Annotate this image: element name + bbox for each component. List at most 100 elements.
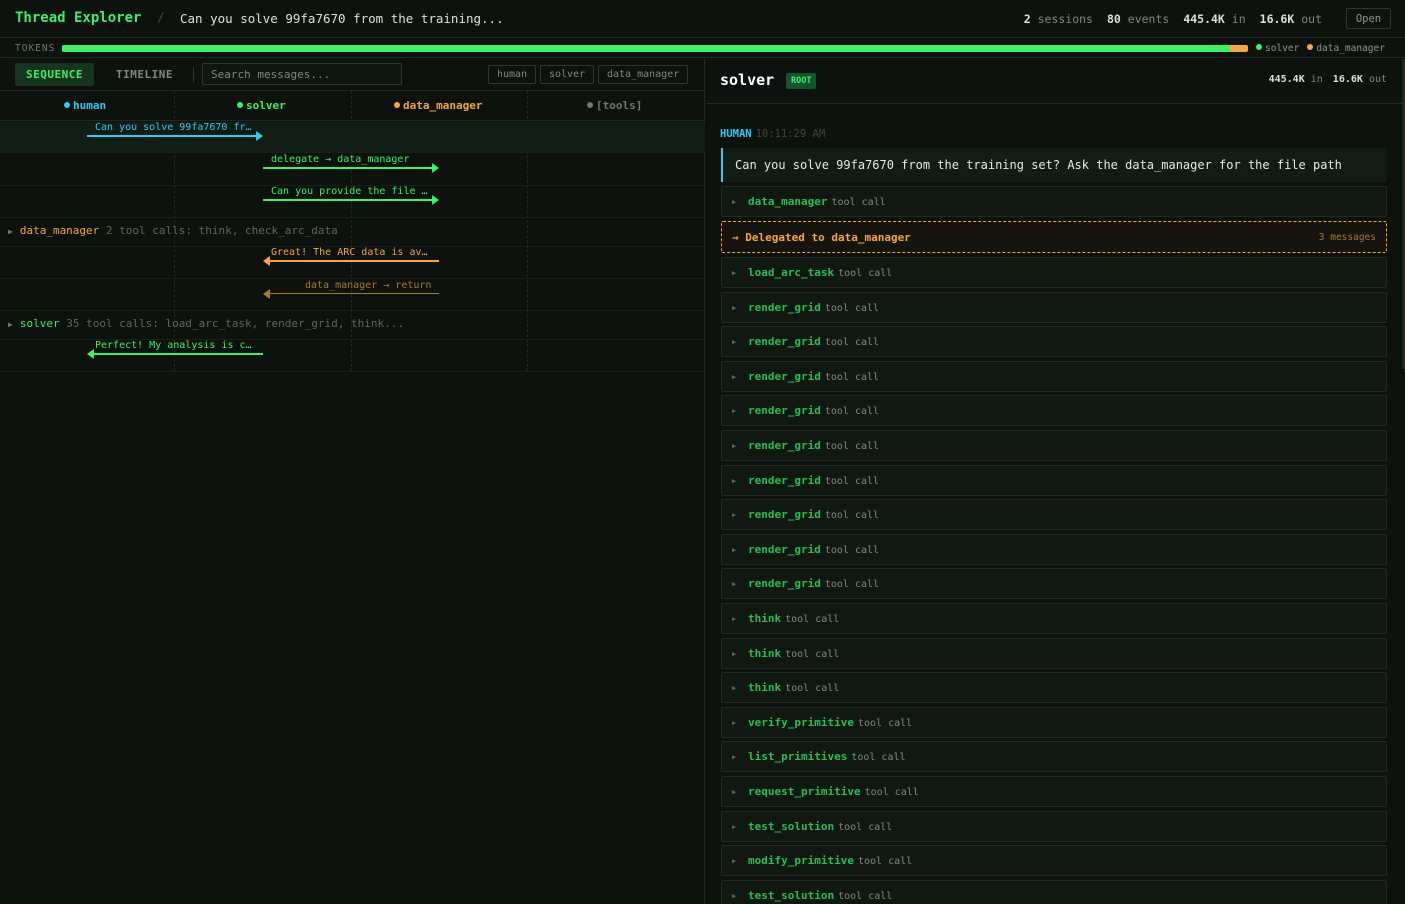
tool-call-item[interactable]: ▶ test_solution tool call xyxy=(721,811,1387,842)
tool-call-item[interactable]: ▶ verify_primitive tool call xyxy=(721,707,1387,738)
tool-call-item[interactable]: ▶ render_grid tool call xyxy=(721,499,1387,530)
tool-call-item[interactable]: ▶ render_grid tool call xyxy=(721,292,1387,323)
tool-call-item[interactable]: ▶ modify_primitive tool call xyxy=(721,845,1387,876)
caret-right-icon: ▶ xyxy=(732,615,737,623)
data-manager-dot-icon xyxy=(1307,44,1314,50)
tool-call-item[interactable]: ▶ think tool call xyxy=(721,638,1387,669)
app-title: Thread Explorer xyxy=(15,10,142,26)
sequence-row[interactable]: Perfect! My analysis is c… xyxy=(0,340,705,372)
caret-right-icon: ▶ xyxy=(732,823,737,831)
caret-right-icon: ▶ xyxy=(732,857,737,865)
message-label: Can you solve 99fa7670 fr… xyxy=(95,122,252,133)
return-arrow xyxy=(270,293,439,294)
message-label: Perfect! My analysis is c… xyxy=(95,340,252,351)
human-message: Can you solve 99fa7670 from the training… xyxy=(721,148,1387,182)
tool-call-item[interactable]: ▶ think tool call xyxy=(721,603,1387,634)
tool-call-item[interactable]: ▶ test_solution tool call xyxy=(721,880,1387,904)
tool-call-item[interactable]: ▶ render_grid tool call xyxy=(721,465,1387,496)
search-input[interactable] xyxy=(202,63,402,85)
message-label: Can you provide the file … xyxy=(271,186,428,197)
tool-call-name: render_grid tool call xyxy=(748,543,880,556)
tool-call-name: render_grid tool call xyxy=(748,370,880,383)
legend-solver: solver xyxy=(1256,43,1299,54)
delegation-block[interactable]: → Delegated to data_manager 3 messages xyxy=(721,221,1387,253)
agent-tokens-out: 16.6K out xyxy=(1332,74,1387,85)
solver-dot-icon xyxy=(1256,44,1262,50)
caret-right-icon: ▶ xyxy=(732,650,737,658)
header-stats: 2 sessions 80 events 445.4K in 16.6K out xyxy=(1024,12,1322,26)
tool-call-item[interactable]: ▶ load_arc_task tool call xyxy=(721,257,1387,288)
tool-call-name: load_arc_task tool call xyxy=(748,266,893,279)
tool-call-name: think tool call xyxy=(748,681,840,694)
tool-call-item[interactable]: ▶ render_grid tool call xyxy=(721,430,1387,461)
delegation-label: → Delegated to data_manager xyxy=(732,231,911,244)
tool-call-item[interactable]: ▶ render_grid tool call xyxy=(721,326,1387,357)
tool-call-name: test_solution tool call xyxy=(748,889,893,902)
sequence-row[interactable]: Can you provide the file … xyxy=(0,186,705,218)
arrow-right-icon xyxy=(432,195,439,205)
filter-solver[interactable]: solver xyxy=(540,65,595,84)
tool-call-name: think tool call xyxy=(748,612,840,625)
solver-dot-icon xyxy=(237,102,243,108)
lane-data-manager[interactable]: data_manager xyxy=(394,99,482,112)
tool-call-item[interactable]: ▶ data_manager tool call xyxy=(721,186,1387,217)
tool-call-name: modify_primitive tool call xyxy=(748,854,913,867)
caret-right-icon: ▶ xyxy=(732,511,737,519)
arrow-left-icon xyxy=(263,256,270,266)
caret-right-icon: ▶ xyxy=(8,227,13,236)
lane-headers: human solver data_manager [tools] xyxy=(0,91,705,121)
tool-call-item[interactable]: ▶ render_grid tool call xyxy=(721,395,1387,426)
sequence-row[interactable]: Great! The ARC data is av… xyxy=(0,247,705,279)
message-arrow xyxy=(263,167,433,169)
sequence-row[interactable]: delegate → data_manager xyxy=(0,154,705,186)
sequence-pane: SEQUENCE TIMELINE human solver data_mana… xyxy=(0,59,705,904)
arrow-left-icon xyxy=(87,349,94,359)
tab-timeline[interactable]: TIMELINE xyxy=(105,63,184,86)
delegation-count: 3 messages xyxy=(1318,232,1376,243)
filter-data-manager[interactable]: data_manager xyxy=(598,65,689,84)
tool-call-item[interactable]: ▶ list_primitives tool call xyxy=(721,741,1387,772)
tools-dot-icon xyxy=(587,102,593,108)
data-manager-dot-icon xyxy=(394,102,400,108)
tool-call-name: test_solution tool call xyxy=(748,820,893,833)
collapsed-group-solver[interactable]: ▶ solver 35 tool calls: load_arc_task, re… xyxy=(0,311,705,340)
solver-token-segment xyxy=(62,45,1231,52)
tool-call-item[interactable]: ▶ render_grid tool call xyxy=(721,534,1387,565)
group-label: ▶ data_manager 2 tool calls: think, check… xyxy=(8,224,338,237)
caret-right-icon: ▶ xyxy=(732,338,737,346)
caret-right-icon: ▶ xyxy=(732,684,737,692)
message-arrow xyxy=(94,353,263,355)
message-label: delegate → data_manager xyxy=(271,154,410,165)
tool-call-name: render_grid tool call xyxy=(748,439,880,452)
tool-call-item[interactable]: ▶ request_primitive tool call xyxy=(721,776,1387,807)
caret-right-icon: ▶ xyxy=(732,892,737,900)
tool-call-name: render_grid tool call xyxy=(748,335,880,348)
filter-human[interactable]: human xyxy=(488,65,537,84)
message-label: data_manager → return xyxy=(305,280,432,291)
collapsed-group-data-manager[interactable]: ▶ data_manager 2 tool calls: think, check… xyxy=(0,218,705,247)
tokens-bar: TOKENS solver data_manager xyxy=(0,39,1405,58)
sequence-row[interactable]: Can you solve 99fa7670 fr… xyxy=(0,122,705,153)
tool-call-name: data_manager tool call xyxy=(748,195,886,208)
tokens-label: TOKENS xyxy=(15,43,56,54)
tokens-out-stat: 16.6K out xyxy=(1259,12,1322,26)
tool-call-item[interactable]: ▶ render_grid tool call xyxy=(721,568,1387,599)
tool-call-name: think tool call xyxy=(748,647,840,660)
caret-right-icon: ▶ xyxy=(732,719,737,727)
tool-call-item[interactable]: ▶ think tool call xyxy=(721,672,1387,703)
tab-sequence[interactable]: SEQUENCE xyxy=(15,63,94,86)
human-dot-icon xyxy=(64,102,70,108)
lane-tools[interactable]: [tools] xyxy=(587,99,642,112)
lane-human[interactable]: human xyxy=(64,99,106,112)
tool-call-item[interactable]: ▶ render_grid tool call xyxy=(721,361,1387,392)
sequence-row[interactable]: data_manager → return xyxy=(0,279,705,311)
events-stat: 80 events xyxy=(1106,12,1170,26)
lane-solver[interactable]: solver xyxy=(237,99,286,112)
tokens-legend: solver data_manager xyxy=(1256,43,1385,54)
caret-right-icon: ▶ xyxy=(732,198,737,206)
message-arrow xyxy=(270,260,439,262)
thread-title: Can you solve 99fa7670 from the training… xyxy=(180,11,504,26)
tokens-in-stat: 445.4K in xyxy=(1183,12,1246,26)
tool-call-name: request_primitive tool call xyxy=(748,785,919,798)
open-button[interactable]: Open xyxy=(1346,8,1391,29)
